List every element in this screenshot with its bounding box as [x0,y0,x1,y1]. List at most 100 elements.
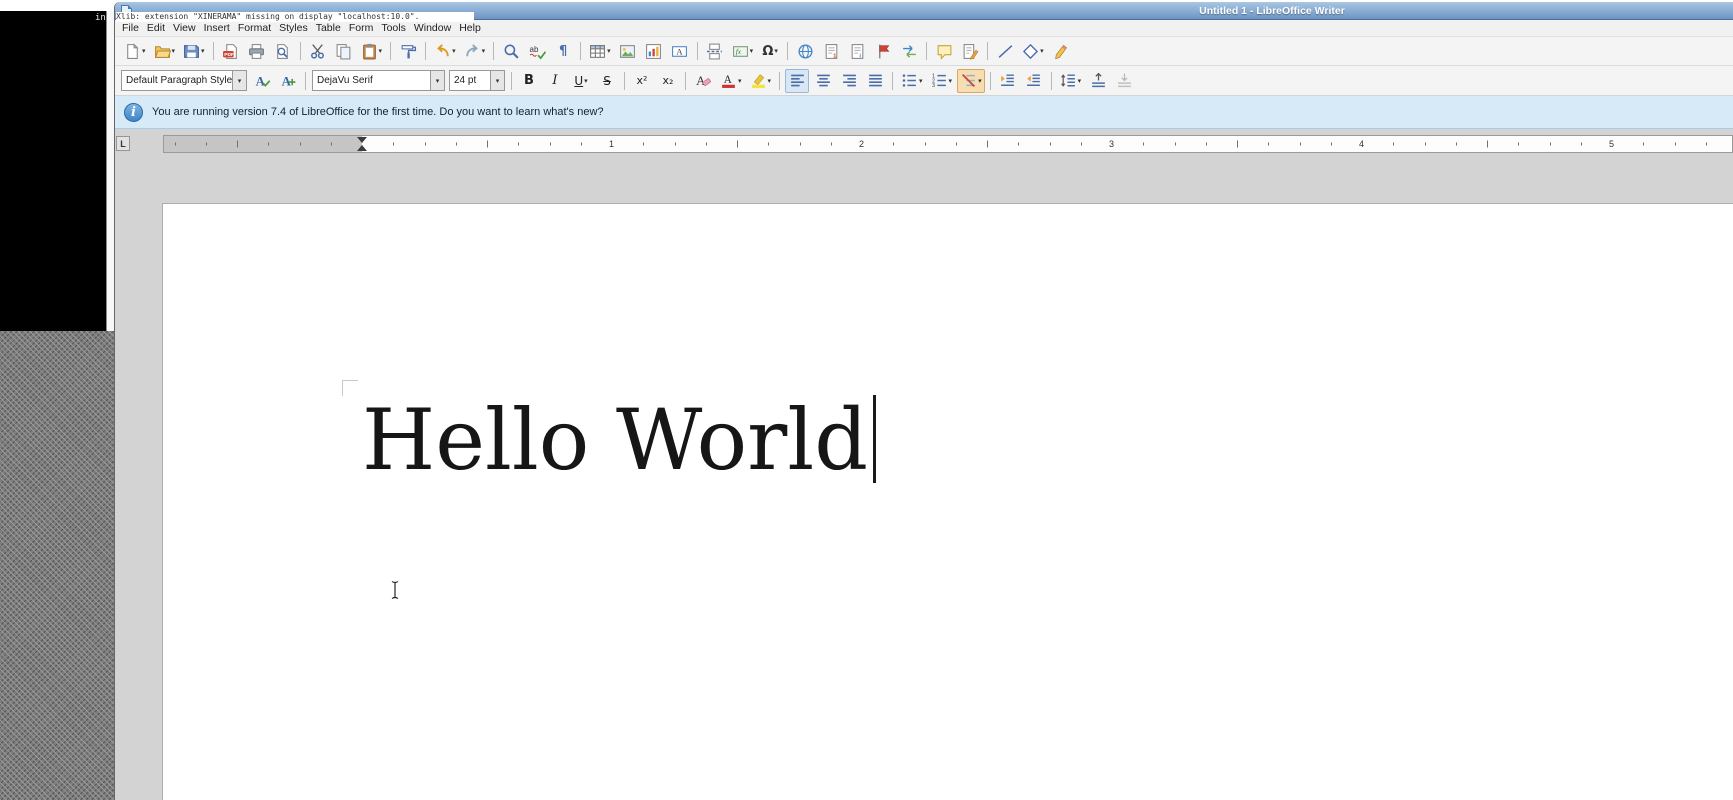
paste-button[interactable]: ▾ [358,39,386,63]
ruler-tick [1518,143,1519,146]
highlight-color-button[interactable]: ▾ [747,69,775,93]
menu-format[interactable]: Format [234,21,275,35]
menu-table[interactable]: Table [312,21,345,35]
ruler-tick [893,143,894,146]
font-size-dropdown[interactable]: ▾ [490,71,504,90]
insert-page-break-button[interactable] [703,39,727,63]
font-name-dropdown[interactable]: ▾ [430,71,444,90]
horizontal-ruler[interactable]: 12345 [163,135,1733,153]
line-spacing-button[interactable]: ▾ [1057,69,1085,93]
open-button[interactable]: ▾ [151,39,179,63]
align-right-button[interactable] [837,69,861,93]
track-changes-button[interactable] [958,39,982,63]
tab-stop-type-selector[interactable]: L [116,136,130,151]
svg-text:PDF: PDF [224,52,234,58]
cut-button[interactable] [306,39,330,63]
ruler-tick [518,143,519,146]
insert-comment-button[interactable] [932,39,956,63]
superscript-button[interactable]: x² [630,69,654,93]
increase-paragraph-spacing-button[interactable] [1086,69,1110,93]
export-pdf-button[interactable]: PDF [219,39,243,63]
undo-button[interactable]: ▾ [431,39,459,63]
shapes-icon [1022,43,1039,60]
new-style-button[interactable]: A [276,69,300,93]
insert-chart-button[interactable] [642,39,666,63]
first-line-indent-marker[interactable] [357,137,367,143]
toggle-print-preview-button[interactable] [271,39,295,63]
menu-insert[interactable]: Insert [200,21,234,35]
copy-icon [335,43,352,60]
insert-footnote-button[interactable]: 1 [819,39,843,63]
insert-cross-reference-button[interactable] [897,39,921,63]
document-page[interactable]: Hello World [163,204,1733,800]
font-name-combo[interactable]: DejaVu Serif ▾ [312,70,445,91]
justified-button[interactable] [863,69,887,93]
insert-endnote-button[interactable]: i [845,39,869,63]
font-size-combo[interactable]: 24 pt ▾ [449,70,505,91]
strikethrough-button[interactable]: S [595,69,619,93]
copy-button[interactable] [332,39,356,63]
ruler-tick [1175,143,1176,146]
decrease-indent-button[interactable] [1022,69,1046,93]
align-left-button[interactable] [785,69,809,93]
print-button[interactable] [245,39,269,63]
sup-icon: x² [637,75,648,86]
clear-formatting-button[interactable]: A [691,69,715,93]
insert-hyperlink-button[interactable] [793,39,817,63]
insert-table-button[interactable]: ▾ [586,39,614,63]
clone-formatting-button[interactable] [396,39,420,63]
menu-window[interactable]: Window [410,21,455,35]
increase-indent-button[interactable] [996,69,1020,93]
menu-help[interactable]: Help [455,21,485,35]
ruler-tick [175,143,176,146]
font-color-button[interactable]: A▾ [717,69,745,93]
left-indent-marker[interactable] [357,145,367,151]
basic-shapes-button[interactable]: ▾ [1019,39,1047,63]
underline-button[interactable]: U▾ [569,69,593,93]
font-size-value[interactable]: 24 pt [450,75,490,86]
menu-view[interactable]: View [169,21,200,35]
save-icon [183,43,200,60]
terminal-scrollbar[interactable] [106,11,115,331]
align-center-button[interactable] [811,69,835,93]
insert-text-box-button[interactable]: A [668,39,692,63]
bold-button[interactable]: B [517,69,541,93]
insert-bookmark-button[interactable] [871,39,895,63]
unordered-list-button[interactable]: ▾ [898,69,926,93]
subscript-button[interactable]: x₂ [656,69,680,93]
ruler-tick [300,143,301,146]
insert-special-character-button[interactable]: Ω▾ [758,39,782,63]
update-style-button[interactable]: A [250,69,274,93]
toolbar-separator [425,42,426,60]
paragraph-style-dropdown[interactable]: ▾ [232,71,246,90]
menu-edit[interactable]: Edit [143,21,169,35]
dropdown-arrow-icon: ▾ [379,47,383,55]
formatting-marks-button[interactable]: ¶ [551,39,575,63]
save-button[interactable]: ▾ [180,39,208,63]
spelling-button[interactable]: ab [525,39,549,63]
paragraph-style-combo[interactable]: Default Paragraph Style ▾ [121,70,247,91]
menu-form[interactable]: Form [345,21,378,35]
find-and-replace-button[interactable] [499,39,523,63]
document-workspace: L 12345 Hello World [115,129,1733,800]
menu-file[interactable]: File [118,21,143,35]
chart-icon [645,43,662,60]
toolbar-separator [305,72,306,90]
decrease-paragraph-spacing-button[interactable] [1112,69,1136,93]
ruler-tick [425,143,426,146]
insert-image-button[interactable] [616,39,640,63]
menu-tools[interactable]: Tools [377,21,410,35]
insert-field-button[interactable]: fx▾ [729,39,757,63]
insert-line-button[interactable] [993,39,1017,63]
no-list-button[interactable]: ▾ [957,69,985,93]
new-document-button[interactable]: ▾ [121,39,149,63]
show-draw-functions-button[interactable] [1049,39,1073,63]
font-name-value[interactable]: DejaVu Serif [313,75,430,86]
ordered-list-button[interactable]: 123▾ [928,69,956,93]
paragraph-style-value[interactable]: Default Paragraph Style [122,75,232,86]
menu-styles[interactable]: Styles [275,21,312,35]
redo-button[interactable]: ▾ [461,39,489,63]
italic-button[interactable]: I [543,69,567,93]
ruler-tick [550,143,551,146]
textbox-icon: A [671,43,688,60]
